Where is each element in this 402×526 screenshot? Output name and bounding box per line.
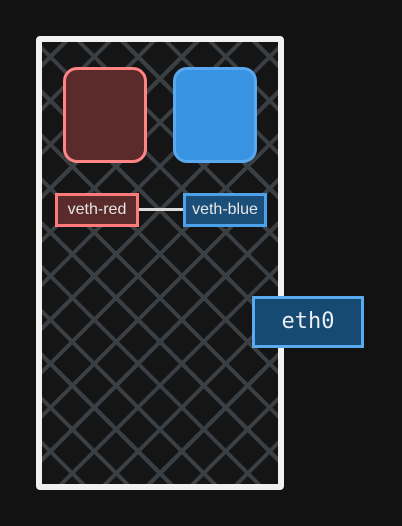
- network-diagram: veth-red veth-blue eth0: [0, 0, 402, 526]
- red-namespace-box: [63, 67, 147, 163]
- veth-pair-link: [139, 208, 183, 211]
- veth-blue-interface: veth-blue: [183, 193, 267, 227]
- blue-namespace-box: [173, 67, 257, 163]
- veth-red-interface: veth-red: [55, 193, 139, 227]
- eth0-interface: eth0: [252, 296, 364, 348]
